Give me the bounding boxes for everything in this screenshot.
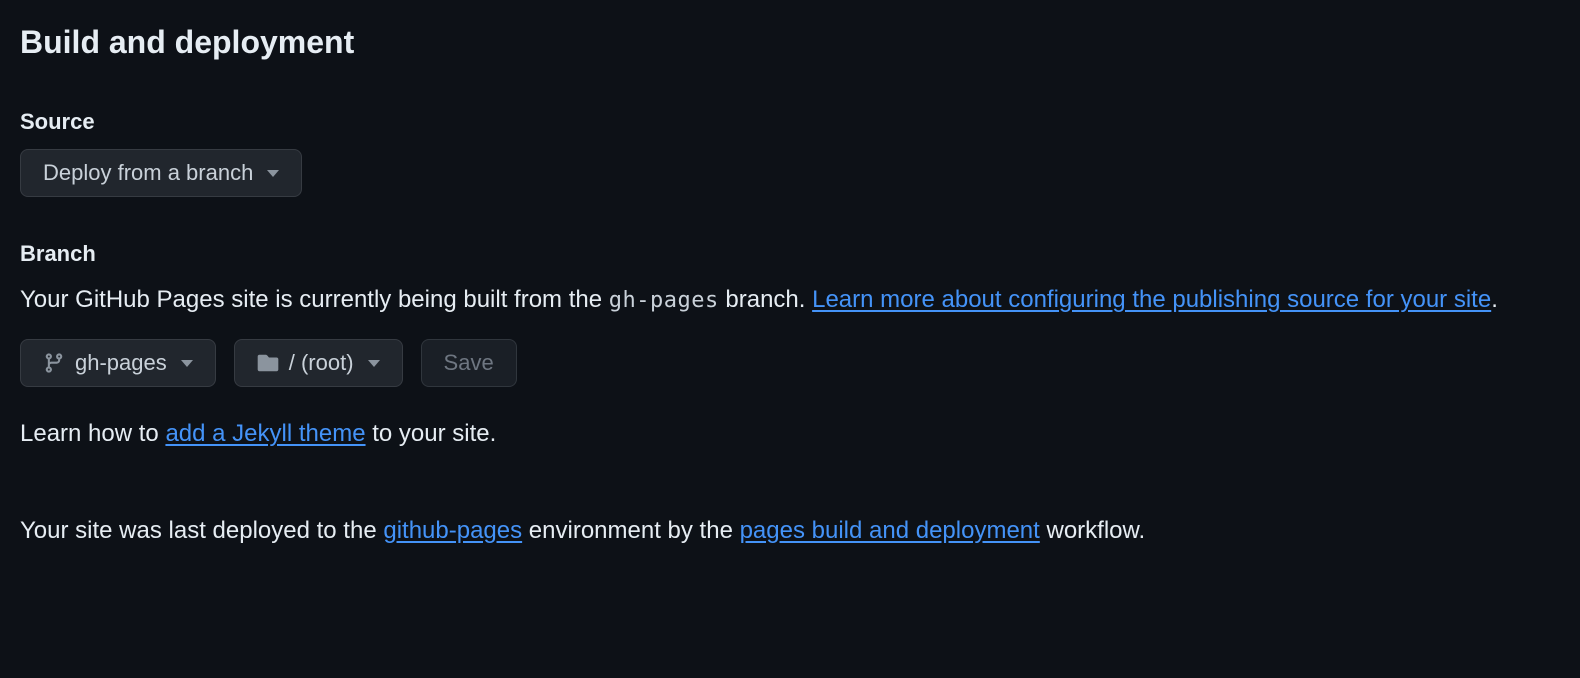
- branch-desc-prefix: Your GitHub Pages site is currently bein…: [20, 286, 609, 313]
- folder-icon: [257, 352, 279, 374]
- chevron-down-icon: [267, 170, 279, 177]
- chevron-down-icon: [181, 360, 193, 367]
- deploy-mid: environment by the: [522, 517, 739, 544]
- source-label: Source: [20, 109, 1560, 135]
- jekyll-theme-link[interactable]: add a Jekyll theme: [165, 420, 365, 447]
- git-branch-icon: [43, 352, 65, 374]
- branch-controls-row: gh-pages / (root) Save: [20, 339, 1560, 387]
- save-button-label: Save: [444, 352, 494, 374]
- branch-desc-mid: branch.: [719, 286, 812, 313]
- branch-desc-suffix: .: [1491, 286, 1498, 313]
- source-dropdown-label: Deploy from a branch: [43, 162, 253, 184]
- environment-link[interactable]: github-pages: [383, 517, 522, 544]
- branch-selector-label: gh-pages: [75, 352, 167, 374]
- deploy-suffix: workflow.: [1040, 517, 1145, 544]
- source-subsection: Source Deploy from a branch: [20, 109, 1560, 197]
- branch-selector[interactable]: gh-pages: [20, 339, 216, 387]
- folder-selector-label: / (root): [289, 352, 354, 374]
- workflow-link[interactable]: pages build and deployment: [740, 517, 1040, 544]
- branch-code: gh-pages: [609, 288, 719, 313]
- source-dropdown[interactable]: Deploy from a branch: [20, 149, 302, 197]
- branch-label: Branch: [20, 241, 1560, 267]
- learn-publishing-link[interactable]: Learn more about configuring the publish…: [812, 286, 1491, 313]
- deploy-info: Your site was last deployed to the githu…: [20, 512, 1560, 550]
- chevron-down-icon: [368, 360, 380, 367]
- folder-selector[interactable]: / (root): [234, 339, 403, 387]
- save-button[interactable]: Save: [421, 339, 517, 387]
- jekyll-prefix: Learn how to: [20, 420, 165, 447]
- jekyll-suffix: to your site.: [366, 420, 497, 447]
- branch-description: Your GitHub Pages site is currently bein…: [20, 281, 1560, 319]
- jekyll-line: Learn how to add a Jekyll theme to your …: [20, 415, 1560, 453]
- branch-subsection: Branch Your GitHub Pages site is current…: [20, 241, 1560, 454]
- deploy-prefix: Your site was last deployed to the: [20, 517, 383, 544]
- section-title: Build and deployment: [20, 24, 1560, 61]
